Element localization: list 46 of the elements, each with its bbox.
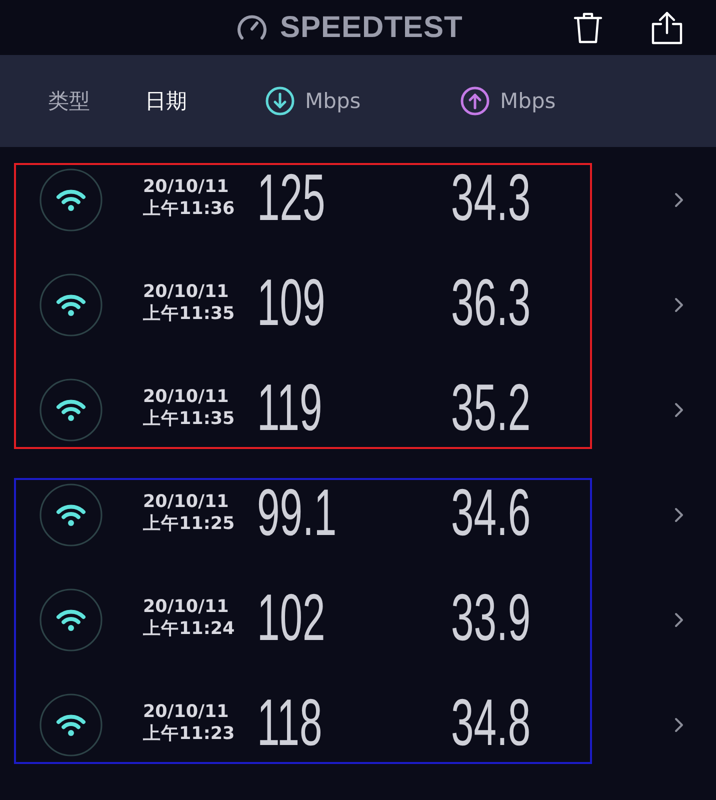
wifi-icon	[39, 692, 103, 756]
download-speed: 118	[257, 688, 322, 754]
time-text: 上午11:23	[143, 722, 235, 744]
date-text: 20/10/11	[143, 700, 229, 722]
chevron-icon[interactable]	[674, 192, 684, 208]
chevron-icon[interactable]	[674, 716, 684, 732]
date-text: 20/10/11	[143, 386, 229, 408]
sort-header[interactable]: 日期	[145, 87, 187, 115]
wifi-icon	[39, 378, 103, 442]
date-text: 20/10/11	[143, 490, 229, 512]
time-text: 上午11:24	[143, 618, 235, 640]
download-speed: 125	[257, 164, 326, 230]
sort-header[interactable]: Mbps	[265, 86, 361, 116]
upload-speed: 33.9	[451, 584, 531, 650]
share-icon[interactable]	[651, 10, 683, 44]
time-text: 上午11:35	[143, 302, 235, 324]
upload-icon	[460, 86, 490, 116]
upload-speed: 34.3	[451, 164, 531, 230]
wifi-icon	[39, 168, 103, 232]
time-text: 上午11:36	[143, 198, 235, 220]
trash-icon[interactable]	[573, 12, 603, 44]
sort-header[interactable]: 类型	[48, 87, 90, 115]
chevron-icon[interactable]	[674, 612, 684, 628]
sort-header[interactable]: Mbps	[460, 86, 556, 116]
chevron-icon[interactable]	[674, 296, 684, 312]
download-icon	[265, 86, 295, 116]
app-title: SPEEDTEST	[280, 10, 463, 44]
upload-speed: 36.3	[451, 268, 531, 334]
chevron-icon[interactable]	[674, 506, 684, 522]
upload-speed: 34.8	[451, 688, 531, 754]
date-text: 20/10/11	[143, 176, 229, 198]
download-speed: 102	[257, 584, 326, 650]
gauge-icon	[235, 12, 269, 42]
time-text: 上午11:25	[143, 512, 235, 534]
wifi-icon	[39, 272, 103, 336]
download-speed: 109	[257, 268, 326, 334]
wifi-icon	[39, 482, 103, 546]
date-text: 20/10/11	[143, 596, 229, 618]
date-text: 20/10/11	[143, 280, 229, 302]
wifi-icon	[39, 588, 103, 652]
chevron-icon[interactable]	[674, 402, 684, 418]
time-text: 上午11:35	[143, 408, 235, 430]
download-speed: 99.1	[257, 478, 337, 544]
upload-speed: 35.2	[451, 374, 531, 440]
download-speed: 119	[257, 374, 322, 440]
upload-speed: 34.6	[451, 478, 531, 544]
